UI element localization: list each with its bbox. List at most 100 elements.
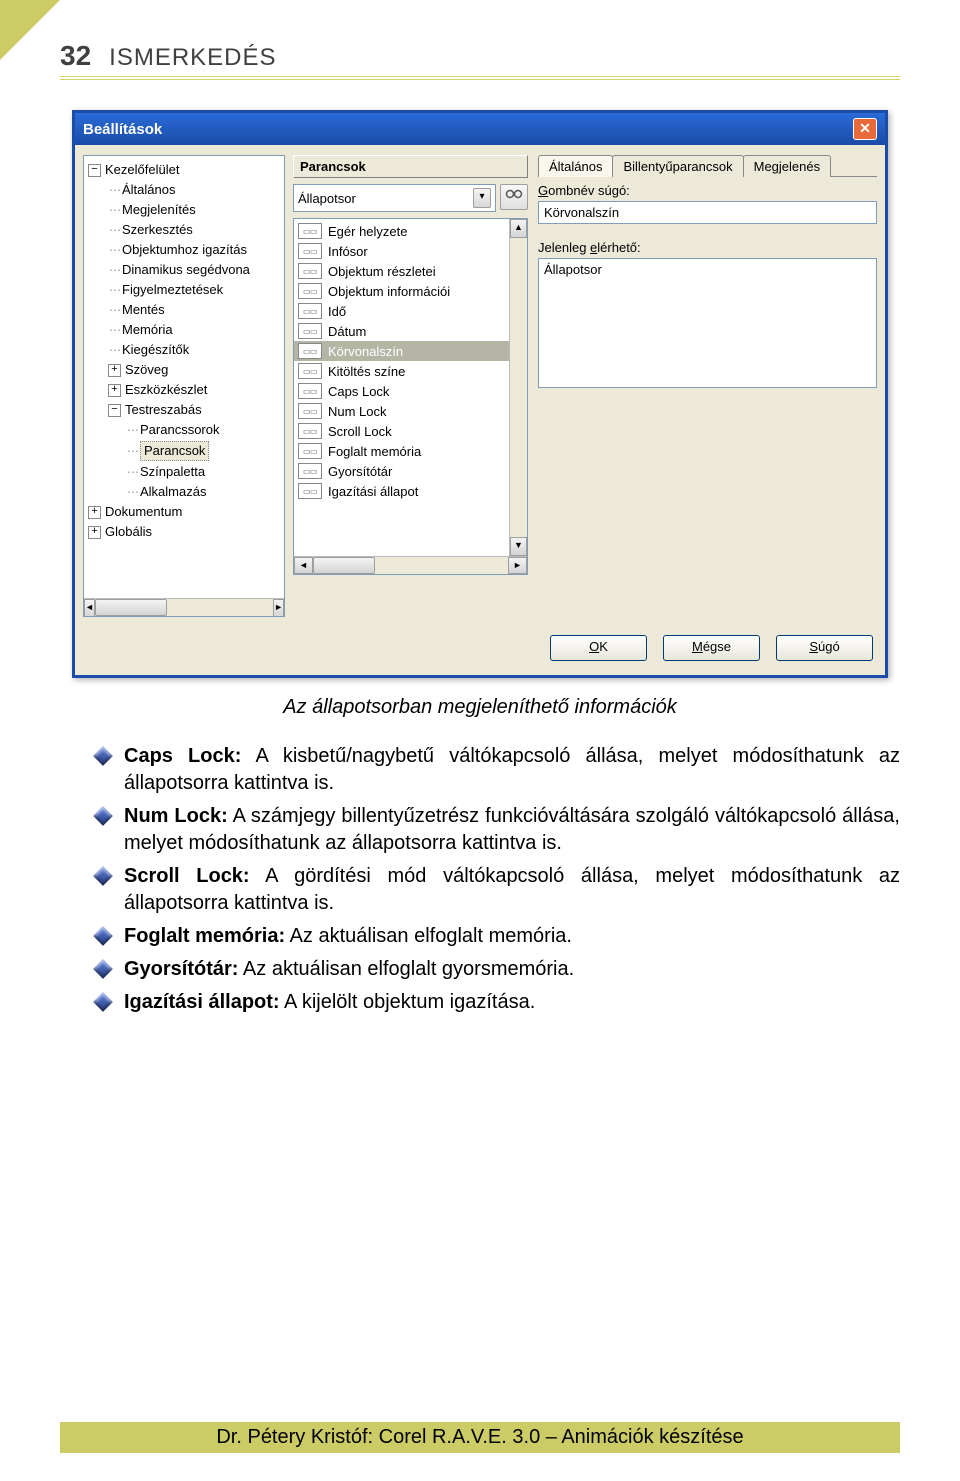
expand-icon[interactable]: + [88,506,101,519]
currently-available-label: Jelenleg elérhető: [538,240,877,255]
search-icon[interactable] [500,184,528,210]
category-combo[interactable]: Állapotsor ▾ [293,184,496,212]
list-item-label: Foglalt memória [328,444,421,459]
scroll-down-icon[interactable]: ▼ [510,537,527,556]
page-header: 32 ISMERKEDÉS [60,40,900,80]
body-list-item: Foglalt memória: Az aktuálisan elfoglalt… [96,923,900,950]
expand-icon[interactable]: + [108,364,121,377]
diamond-bullet-icon [93,866,113,886]
tab-keyboard[interactable]: Billentyűparancsok [612,155,743,177]
list-item[interactable]: ▭▭Objektum részletei [294,261,527,281]
tree-node-dokumentum[interactable]: +Dokumentum [86,502,282,522]
list-item-label: Infósor [328,244,368,259]
button-name-help-input[interactable]: Körvonalszín [538,201,877,224]
tree-item[interactable]: ⋯Parancssorok [86,420,282,440]
scroll-left-icon[interactable]: ◄ [294,557,313,574]
scroll-up-icon[interactable]: ▲ [510,219,527,238]
commands-listbox[interactable]: ▭▭ Egér helyzete ▭▭ Infósor ▭▭Objektum részl… [293,218,528,575]
tree-node-eszkoz[interactable]: +Eszközkészlet [86,380,282,400]
tree-item[interactable]: ⋯Megjelenítés [86,200,282,220]
diamond-bullet-icon [93,992,113,1012]
tree-node-globalis[interactable]: +Globális [86,522,282,542]
dialog-titlebar[interactable]: Beállítások ✕ [75,113,885,145]
collapse-icon[interactable]: − [108,404,121,417]
body-list-item: Caps Lock: A kisbetű/nagybetű váltókapcs… [96,743,900,797]
list-item[interactable]: ▭▭Kitöltés színe [294,361,527,381]
diamond-bullet-icon [93,926,113,946]
commands-group-header: Parancsok [293,155,528,178]
command-icon: ▭▭ [298,343,322,359]
list-item[interactable]: ▭▭Dátum [294,321,527,341]
list-item[interactable]: ▭▭ Igazítási állapot [294,481,527,501]
command-icon: ▭▭ [298,263,322,279]
command-icon: ▭▭ [298,283,322,299]
list-item[interactable]: ▭▭Caps Lock [294,381,527,401]
tree-item[interactable]: ⋯Szerkesztés [86,220,282,240]
list-item[interactable]: ▭▭ Infósor [294,241,527,261]
diamond-bullet-icon [93,959,113,979]
list-hscroll[interactable]: ◄ ► [294,556,527,574]
tree-item[interactable]: ⋯Figyelmeztetések [86,280,282,300]
expand-icon[interactable]: + [88,526,101,539]
list-item-label: Dátum [328,324,366,339]
command-icon: ▭▭ [298,483,322,499]
tree-item[interactable]: ⋯Általános [86,180,282,200]
category-tree[interactable]: − Kezelőfelület ⋯Általános ⋯Megjelenítés… [83,155,285,617]
tree-node-testre[interactable]: −Testreszabás [86,400,282,420]
list-item-label: Egér helyzete [328,224,408,239]
section-title: ISMERKEDÉS [109,44,276,72]
cancel-button[interactable]: Mégse [663,635,760,661]
list-item[interactable]: ▭▭Num Lock [294,401,527,421]
scroll-thumb[interactable] [95,599,167,616]
tree-item[interactable]: ⋯Színpaletta [86,462,282,482]
figure-caption: Az állapotsorban megjeleníthető informác… [60,696,900,719]
scroll-right-icon[interactable]: ► [273,599,284,617]
collapse-icon[interactable]: − [88,164,101,177]
list-item[interactable]: ▭▭Idő [294,301,527,321]
list-item-label: Igazítási állapot [328,484,418,499]
help-button[interactable]: Súgó [776,635,873,661]
command-icon: ▭▭ [298,383,322,399]
list-item[interactable]: ▭▭Gyorsítótár [294,461,527,481]
dialog-title: Beállítások [83,121,162,138]
command-icon: ▭▭ [298,423,322,439]
body-list-item: Scroll Lock: A gördítési mód váltókapcso… [96,863,900,917]
tree-item-parancsok[interactable]: ⋯Parancsok [86,440,282,462]
tree-node-szoveg[interactable]: +Szöveg [86,360,282,380]
list-item[interactable]: ▭▭ Egér helyzete [294,221,527,241]
command-icon: ▭▭ [298,243,322,259]
diamond-bullet-icon [93,746,113,766]
body-list-item: Num Lock: A számjegy billentyűzetrész fu… [96,803,900,857]
tree-item[interactable]: ⋯Dinamikus segédvona [86,260,282,280]
close-icon[interactable]: ✕ [853,118,877,140]
list-item[interactable]: ▭▭Foglalt memória [294,441,527,461]
tree-item[interactable]: ⋯Kiegészítők [86,340,282,360]
chevron-down-icon[interactable]: ▾ [473,188,491,208]
list-item[interactable]: ▭▭Scroll Lock [294,421,527,441]
scroll-right-icon[interactable]: ► [508,557,527,574]
settings-dialog: Beállítások ✕ − Kezelőfelület ⋯Általános… [72,110,888,678]
list-vscroll[interactable]: ▲ ▼ [509,219,527,556]
scroll-thumb[interactable] [313,557,375,574]
command-icon: ▭▭ [298,463,322,479]
tree-item[interactable]: ⋯Objektumhoz igazítás [86,240,282,260]
tab-appearance[interactable]: Megjelenés [743,155,832,177]
body-text: Caps Lock: A kisbetű/nagybetű váltókapcs… [60,743,900,1016]
tree-item[interactable]: ⋯Alkalmazás [86,482,282,502]
command-icon: ▭▭ [298,223,322,239]
tree-item[interactable]: ⋯Memória [86,320,282,340]
tab-general[interactable]: Általános [538,155,613,177]
currently-available-input[interactable]: Állapotsor [538,258,877,388]
ok-button[interactable]: OK [550,635,647,661]
scroll-left-icon[interactable]: ◄ [84,599,95,617]
command-icon: ▭▭ [298,303,322,319]
tree-hscroll[interactable]: ◄ ► [84,598,284,616]
list-item-label: Körvonalszín [328,344,403,359]
page-number: 32 [60,40,91,72]
list-item[interactable]: ▭▭ Körvonalszín [294,341,527,361]
tree-node-kezelofelulet[interactable]: − Kezelőfelület [86,160,282,180]
list-item[interactable]: ▭▭Objektum információi [294,281,527,301]
tree-item[interactable]: ⋯Mentés [86,300,282,320]
command-icon: ▭▭ [298,363,322,379]
expand-icon[interactable]: + [108,384,121,397]
